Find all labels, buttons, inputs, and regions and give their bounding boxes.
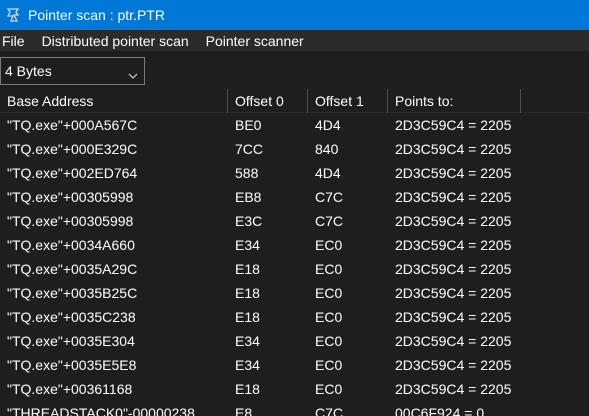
menu-distributed-pointer-scan[interactable]: Distributed pointer scan: [40, 33, 191, 49]
column-header-offset-1[interactable]: Offset 1: [308, 89, 388, 113]
cell-offset-0: E34: [235, 333, 260, 349]
window-titlebar[interactable]: Pointer scan : ptr.PTR: [0, 0, 589, 30]
column-header-points-to[interactable]: Points to:: [388, 89, 521, 113]
cell-points-to: 2D3C59C4 = 2205: [395, 357, 512, 373]
cell-offset-0: EB8: [235, 189, 262, 205]
column-header-base-address[interactable]: Base Address: [0, 89, 228, 113]
window-title: Pointer scan : ptr.PTR: [28, 7, 165, 23]
cell-offset-1: EC0: [315, 381, 343, 397]
cell-offset-0: 7CC: [235, 141, 264, 157]
column-header-filler: [521, 89, 589, 113]
cell-offset-0: E34: [235, 237, 260, 253]
cell-points-to: 2D3C59C4 = 2205: [395, 141, 512, 157]
column-header-offset-0[interactable]: Offset 0: [228, 89, 308, 113]
cell-offset-0: E18: [235, 261, 260, 277]
table-row[interactable]: "TQ.exe"+00305998 EB8 C7C 2D3C59C4 = 2205: [0, 185, 589, 209]
cell-points-to: 2D3C59C4 = 2205: [395, 189, 512, 205]
table-row[interactable]: "TQ.exe"+00305998 E3C C7C 2D3C59C4 = 2205: [0, 209, 589, 233]
cell-offset-0: 588: [235, 165, 259, 181]
menu-file[interactable]: File: [0, 33, 27, 49]
cell-offset-1: C7C: [315, 213, 344, 229]
value-type-dropdown[interactable]: 4 Bytes: [0, 57, 145, 85]
table-header: Base Address Offset 0 Offset 1 Points to…: [0, 89, 589, 113]
cell-base-address: "TQ.exe"+0035B25C: [7, 285, 138, 301]
cell-offset-1: EC0: [315, 285, 343, 301]
table-row[interactable]: "TQ.exe"+0035B25C E18 EC0 2D3C59C4 = 2205: [0, 281, 589, 305]
cell-offset-1: EC0: [315, 237, 343, 253]
cell-points-to: 2D3C59C4 = 2205: [395, 381, 512, 397]
cell-base-address: "TQ.exe"+00361168: [7, 381, 133, 397]
cell-base-address: "TQ.exe"+000E329C: [7, 141, 138, 157]
cell-base-address: "TQ.exe"+000A567C: [7, 117, 138, 133]
cell-offset-0: E18: [235, 309, 260, 325]
cell-offset-1: EC0: [315, 261, 343, 277]
table-row[interactable]: "TQ.exe"+0035A29C E18 EC0 2D3C59C4 = 2205: [0, 257, 589, 281]
cell-base-address: "TQ.exe"+00305998: [7, 189, 134, 205]
table-row[interactable]: "THREADSTACK0"-00000238 E8 C7C 00C6F924 = 0: [0, 401, 589, 416]
cell-points-to: 00C6F924 = 0: [395, 405, 485, 416]
cell-points-to: 2D3C59C4 = 2205: [395, 237, 512, 253]
cell-offset-0: E8: [235, 405, 253, 416]
table-body: "TQ.exe"+000A567C BE0 4D4 2D3C59C4 = 2205 "T…: [0, 113, 589, 416]
table-row[interactable]: "TQ.exe"+0034A660 E34 EC0 2D3C59C4 = 2205: [0, 233, 589, 257]
menu-bar: File Distributed pointer scan Pointer sc…: [0, 30, 589, 51]
cell-offset-0: E34: [235, 357, 260, 373]
cell-points-to: 2D3C59C4 = 2205: [395, 117, 512, 133]
cheat-engine-icon: [5, 7, 21, 23]
table-row[interactable]: "TQ.exe"+000E329C 7CC 840 2D3C59C4 = 2205: [0, 137, 589, 161]
cell-base-address: "TQ.exe"+0035C238: [7, 309, 136, 325]
cell-offset-1: 840: [315, 141, 339, 157]
cell-offset-0: E3C: [235, 213, 263, 229]
cell-offset-1: EC0: [315, 357, 343, 373]
table-row[interactable]: "TQ.exe"+00361168 E18 EC0 2D3C59C4 = 2205: [0, 377, 589, 401]
table-row[interactable]: "TQ.exe"+000A567C BE0 4D4 2D3C59C4 = 2205: [0, 113, 589, 137]
cell-points-to: 2D3C59C4 = 2205: [395, 285, 512, 301]
cell-base-address: "TQ.exe"+00305998: [7, 213, 134, 229]
cell-points-to: 2D3C59C4 = 2205: [395, 213, 512, 229]
pointer-results-table[interactable]: Base Address Offset 0 Offset 1 Points to…: [0, 89, 589, 416]
cell-offset-1: EC0: [315, 333, 343, 349]
cell-points-to: 2D3C59C4 = 2205: [395, 309, 512, 325]
cell-base-address: "TQ.exe"+0035E304: [7, 333, 135, 349]
table-row[interactable]: "TQ.exe"+0035E5E8 E34 EC0 2D3C59C4 = 2205: [0, 353, 589, 377]
cell-base-address: "THREADSTACK0"-00000238: [7, 405, 195, 416]
table-row[interactable]: "TQ.exe"+0035C238 E18 EC0 2D3C59C4 = 2205: [0, 305, 589, 329]
cell-base-address: "TQ.exe"+0035A29C: [7, 261, 138, 277]
cell-base-address: "TQ.exe"+002ED764: [7, 165, 138, 181]
toolbar: 4 Bytes: [0, 51, 589, 88]
cell-base-address: "TQ.exe"+0034A660: [7, 237, 135, 253]
cell-base-address: "TQ.exe"+0035E5E8: [7, 357, 137, 373]
table-row[interactable]: "TQ.exe"+002ED764 588 4D4 2D3C59C4 = 2205: [0, 161, 589, 185]
cell-offset-1: 4D4: [315, 165, 341, 181]
value-type-selected: 4 Bytes: [5, 63, 52, 79]
cell-offset-0: E18: [235, 381, 260, 397]
cell-offset-1: C7C: [315, 189, 344, 205]
menu-pointer-scanner[interactable]: Pointer scanner: [204, 33, 306, 49]
cell-offset-0: E18: [235, 285, 260, 301]
table-row[interactable]: "TQ.exe"+0035E304 E34 EC0 2D3C59C4 = 2205: [0, 329, 589, 353]
cell-offset-0: BE0: [235, 117, 262, 133]
cell-points-to: 2D3C59C4 = 2205: [395, 165, 512, 181]
cell-offset-1: C7C: [315, 405, 344, 416]
cell-offset-1: EC0: [315, 309, 343, 325]
cell-offset-1: 4D4: [315, 117, 341, 133]
chevron-down-icon: [128, 67, 138, 79]
cell-points-to: 2D3C59C4 = 2205: [395, 333, 512, 349]
cell-points-to: 2D3C59C4 = 2205: [395, 261, 512, 277]
